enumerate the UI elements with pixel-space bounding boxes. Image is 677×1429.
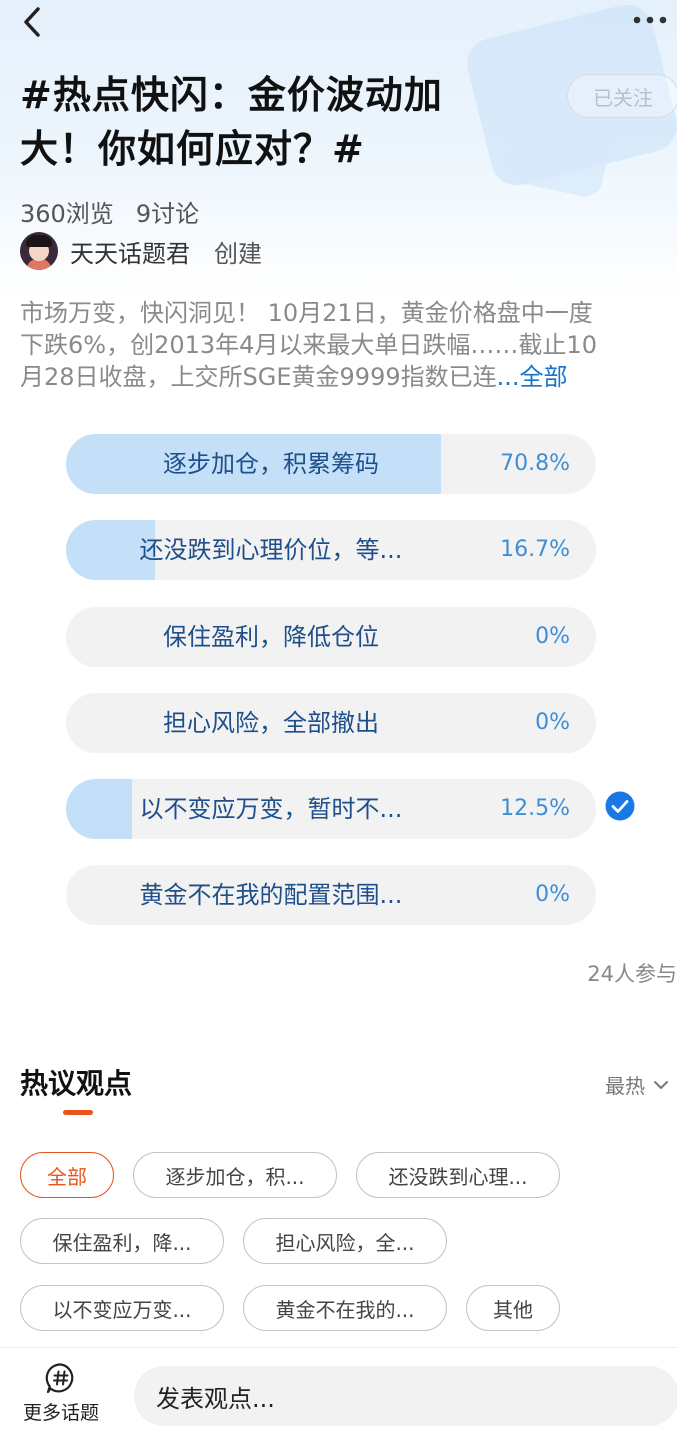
section-underline [63,1110,93,1115]
description-text: 月28日收盘，上交所SGE黄金9999指数已连 [20,363,497,391]
discussions-count: 9讨论 [135,200,200,228]
poll: 逐步加仓，积累筹码 70.8% 还没跌到心理价位，等... 16.7% 保住盈利… [66,434,596,952]
more-topics-button[interactable]: 更多话题 [14,1362,108,1428]
poll-option-label: 还没跌到心理价位，等... [139,536,403,565]
comment-input[interactable]: 发表观点... [134,1366,677,1426]
poll-option-percent: 0% [535,882,570,908]
poll-option[interactable]: 逐步加仓，积累筹码 70.8% [66,434,596,494]
poll-option[interactable]: 保住盈利，降低仓位 0% [66,606,596,667]
filter-chip[interactable]: 以不变应万变... [20,1285,224,1331]
poll-option-percent: 12.5% [500,796,570,822]
filter-chip-all[interactable]: 全部 [20,1152,114,1198]
bottom-bar: 更多话题 发表观点... [0,1347,677,1429]
filter-chip-other[interactable]: 其他 [466,1285,560,1331]
page-title: #热点快闪：金价波动加大！你如何应对？# [20,73,443,171]
description-line: 下跌6%，创2013年4月以来最大单日跌幅……截止10 [20,331,597,359]
poll-option-label: 以不变应万变，暂时不... [139,795,403,824]
check-circle-icon [605,791,635,821]
filter-chip[interactable]: 逐步加仓，积... [133,1152,337,1198]
poll-option-label: 逐步加仓，积累筹码 [163,450,379,478]
chevron-down-icon [654,1080,668,1089]
poll-option-percent: 0% [535,623,570,649]
filter-chip[interactable]: 还没跌到心理... [356,1152,560,1198]
filter-chip[interactable]: 保住盈利，降... [20,1218,224,1264]
filter-chip[interactable]: 黄金不在我的... [243,1285,447,1331]
sort-dropdown[interactable]: 最热 [605,1070,671,1099]
poll-option-percent: 16.7% [500,537,570,563]
poll-option-percent: 70.8% [500,451,570,476]
expand-description-link[interactable]: ...全部 [497,363,568,391]
poll-option[interactable]: 担心风险，全部撤出 0% [66,692,596,753]
description-line: 月28日收盘，上交所SGE黄金9999指数已连...全部 [20,361,677,393]
back-arrow-icon[interactable] [14,2,54,42]
poll-option-label: 黄金不在我的配置范围... [139,881,403,910]
topic-description: 市场万变，快闪洞见！ 10月21日，黄金价格盘中一度 下跌6%，创2013年4月… [20,297,677,393]
more-dots-icon[interactable] [631,8,669,32]
sort-label: 最热 [605,1074,645,1098]
creator-action: 创建 [214,239,262,268]
poll-option-percent: 0% [535,709,570,735]
participants-count: 24人参与 [587,962,677,986]
avatar[interactable] [20,232,58,270]
more-topics-label: 更多话题 [22,1402,99,1424]
poll-option[interactable]: 还没跌到心理价位，等... 16.7% [66,520,596,581]
creator-info[interactable]: 天天话题君 创建 [20,232,262,270]
description-line: 市场万变，快闪洞见！ 10月21日，黄金价格盘中一度 [20,299,593,327]
views-count: 360浏览 [20,200,114,228]
creator-name[interactable]: 天天话题君 [70,234,190,269]
poll-option[interactable]: 黄金不在我的配置范围... 0% [66,865,596,926]
poll-option-label: 担心风险，全部撤出 [163,708,379,737]
hashtag-icon [45,1363,74,1394]
filter-chip[interactable]: 担心风险，全... [243,1218,447,1264]
hot-opinions-title: 热议观点 [20,1067,133,1100]
topic-stats: 360浏览 9讨论 [20,194,199,229]
follow-button[interactable]: 已关注 [567,74,677,118]
poll-option-label: 保住盈利，降低仓位 [163,622,379,651]
poll-option-selected[interactable]: 以不变应万变，暂时不... 12.5% [66,779,596,840]
